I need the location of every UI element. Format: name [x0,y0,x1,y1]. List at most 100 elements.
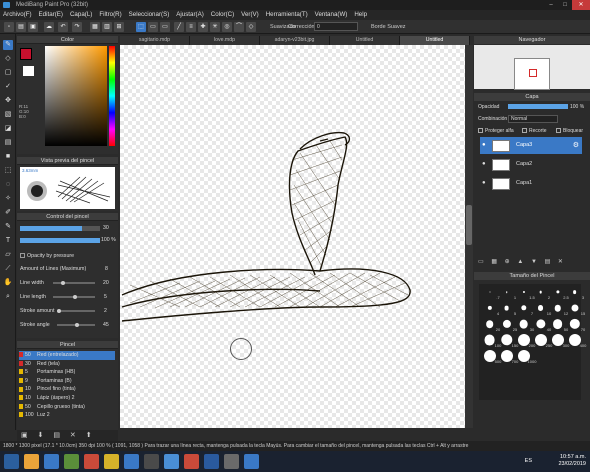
lasso-tool-icon[interactable]: ◌ [3,180,13,190]
layer-row[interactable]: ● Capa1 [480,175,582,192]
maximize-button[interactable]: □ [558,0,572,10]
eyedropper-icon[interactable]: ⟋ [3,264,13,274]
dot-tool-icon[interactable]: ▢ [3,68,13,78]
hue-slider[interactable] [109,46,115,146]
text-tool-icon[interactable]: T [3,236,13,246]
menu-help[interactable]: Help [354,10,367,20]
brush-size-option[interactable]: 50 [549,318,568,332]
snap-icon[interactable]: ⊞ [114,22,124,32]
app6-icon[interactable] [244,454,259,469]
layer-opacity-slider[interactable] [508,104,568,109]
select-pen-icon[interactable]: ✐ [3,208,13,218]
language-indicator[interactable]: ES [525,458,532,464]
eye-icon[interactable]: ● [482,156,486,173]
brush-size-option[interactable]: 2 [532,286,550,300]
browser-icon[interactable] [44,454,59,469]
background-color-swatch[interactable] [23,66,34,76]
brush-size-option[interactable]: 40 [532,318,551,332]
brush-size-option[interactable]: 300 [549,334,569,348]
brush-size-option[interactable]: 10 [532,302,551,316]
canvas-vertical-scrollbar[interactable] [465,45,473,428]
select-eraser-icon[interactable]: ✎ [3,222,13,232]
menu-herramienta[interactable]: Herramienta(T) [266,10,308,20]
brush-tool-icon[interactable]: ✎ [3,40,13,50]
tab-love[interactable]: love.mdp [190,36,260,45]
line-width-knob[interactable] [61,281,65,285]
zoom-tool-icon[interactable]: ⌕ [3,292,13,302]
app5-icon[interactable] [224,454,239,469]
brush-size-option[interactable]: 70 [566,318,585,332]
correccion-select[interactable]: 0 [314,22,358,31]
menu-filtro[interactable]: Filtro(R) [99,10,121,20]
start-icon[interactable] [4,454,19,469]
brush-size-option[interactable]: 1 [498,286,516,300]
menu-ajustar[interactable]: Ajustar(A) [176,10,204,20]
chrome-icon[interactable] [104,454,119,469]
line-length-knob[interactable] [73,295,77,299]
snap-off-icon[interactable]: ╱ [174,22,184,32]
magic-wand-icon[interactable]: ✧ [3,194,13,204]
divide-tool-icon[interactable]: ▱ [3,250,13,260]
eye-icon[interactable]: ● [482,175,486,192]
snap-circle-icon[interactable]: ◎ [222,22,232,32]
brush-list-item[interactable]: 10 Pincel fino (tinta) [19,385,115,394]
tab-untitled-1[interactable]: Untitled [330,36,400,45]
menu-editar[interactable]: Editar(E) [39,10,63,20]
brush-list-item[interactable]: 9 Portaminas (B) [19,377,115,386]
brush-size-option[interactable]: 400 [566,334,586,348]
brush-size-option[interactable]: 150 [498,334,518,348]
brush-size-option[interactable]: 30 [515,318,534,332]
eye-icon[interactable]: ● [482,137,486,154]
app3-icon[interactable] [164,454,179,469]
undo-icon[interactable]: ↶ [58,22,68,32]
select-mode-icon[interactable]: ⬚ [136,22,146,32]
brush-size-option[interactable]: 100 [481,334,501,348]
menu-capa[interactable]: Capa(L) [70,10,92,20]
drawing-canvas[interactable] [120,45,465,428]
stroke-angle-knob[interactable] [75,323,79,327]
lock-checkbox[interactable] [556,128,561,133]
brush-size-option[interactable]: .7 [481,286,500,300]
brush-list-item[interactable]: 50 Red (entrelazado) [19,351,115,360]
select-tool-icon[interactable]: ⬚ [3,166,13,176]
brush-size-option[interactable]: 4 [481,302,499,316]
tab-adaryn[interactable]: adaryn-v23bit.jpg [260,36,330,45]
eraser-tool-icon[interactable]: ◇ [3,54,13,64]
brush-list-item[interactable]: 30 Red (tela) [19,360,115,369]
brush-size-option[interactable]: 5 [498,302,516,316]
menu-seleccionar[interactable]: Seleccionar(S) [129,10,170,20]
foreground-color-swatch[interactable] [20,48,32,60]
hand-tool-icon[interactable]: ✋ [3,278,13,288]
brush-size-option[interactable]: 2.5 [549,286,569,300]
menu-color[interactable]: Color(C) [211,10,234,20]
brush-list-item[interactable]: 5 Portaminas (HB) [19,368,115,377]
layer-row[interactable]: ● Capa2 [480,156,582,173]
paint-icon[interactable] [124,454,139,469]
brush-size-option[interactable]: 500 [481,350,501,364]
snap-fan-icon[interactable]: ✳ [210,22,220,32]
gradient-tool-icon[interactable]: ▤ [3,138,13,148]
brush-list-actions[interactable]: ▣ ⬇ ▤ ✕ ⬆ [17,430,118,441]
selection-sub-icon[interactable]: ▭ [160,22,170,32]
brush-opacity-slider[interactable] [20,238,100,243]
brush-size-option[interactable]: 200 [515,334,535,348]
stroke-amount-knob[interactable] [57,309,61,313]
layer-actions[interactable]: ▭ ▦ ⊕ ▲ ▼ ▤ ✕ [478,258,586,268]
folder-icon[interactable] [24,454,39,469]
check-tool-icon[interactable]: ✓ [3,82,13,92]
tab-untitled-2[interactable]: Untitled [400,36,470,45]
shape-tool-icon[interactable]: ■ [3,152,13,162]
navigator-thumbnail[interactable] [514,58,550,90]
open-icon[interactable]: ▤ [16,22,26,32]
layer-row[interactable]: ● Capa3 ⚙ [480,137,582,154]
brush-size-option[interactable]: 7 [515,302,533,316]
menu-archivo[interactable]: Archivo(F) [3,10,32,20]
brush-list-item[interactable]: 10 Lápiz (áspero) 2 [19,394,115,403]
gear-icon[interactable]: ⚙ [573,137,579,154]
app2-icon[interactable] [144,454,159,469]
brush-list-item[interactable]: 100 Luz 2 [19,411,115,420]
clip-checkbox[interactable] [522,128,527,133]
close-button[interactable]: ✕ [572,0,590,10]
bucket-tool-icon[interactable]: ◪ [3,124,13,134]
brush-size-option[interactable]: 12 [549,302,568,316]
